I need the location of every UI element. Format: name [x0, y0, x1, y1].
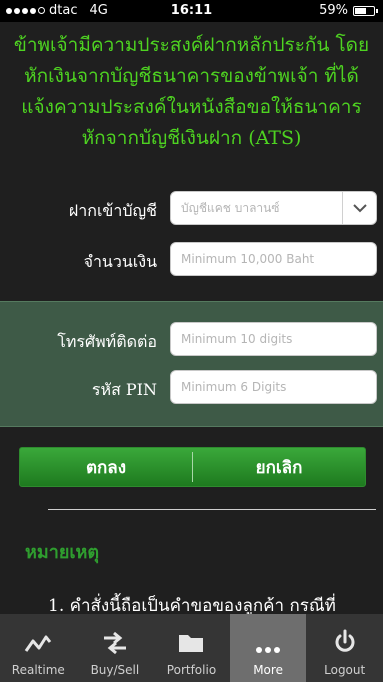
- tab-realtime[interactable]: Realtime: [0, 614, 77, 682]
- phone-placeholder: Minimum 10 digits: [181, 332, 293, 346]
- amount-input[interactable]: Minimum 10,000 Baht: [170, 242, 377, 276]
- tab-more[interactable]: More: [229, 614, 307, 682]
- pin-placeholder: Minimum 6 Digits: [181, 380, 287, 394]
- chart-line-icon: [25, 635, 52, 652]
- phone-row: โทรศัพท์ติดต่อ Minimum 10 digits: [0, 322, 383, 358]
- chevron-down-icon[interactable]: [342, 192, 376, 224]
- contact-pin-panel: [0, 301, 383, 427]
- deposit-account-value: บัญชีแคช บาลานซ์: [181, 200, 280, 215]
- amount-row: จำนวนเงิน Minimum 10,000 Baht: [0, 242, 383, 278]
- notice-line: หักจากบัญชีเงินฝาก (ATS): [81, 127, 302, 149]
- action-buttons: ตกลง ยกเลิก: [19, 447, 366, 487]
- more-dots-icon: [256, 647, 281, 653]
- deposit-account-select[interactable]: บัญชีแคช บาลานซ์: [170, 191, 377, 225]
- tab-buy-sell[interactable]: Buy/Sell: [77, 614, 154, 682]
- phone-input[interactable]: Minimum 10 digits: [170, 322, 377, 356]
- pin-row: รหัส PIN Minimum 6 Digits: [0, 370, 383, 406]
- bottom-tab-bar: Realtime Buy/Sell Portfolio More Logout: [0, 614, 383, 682]
- notice-line: ข้าพเจ้ามีความประสงค์ฝากหลักประกัน โดย: [13, 34, 370, 56]
- phone-label: โทรศัพท์ติดต่อ: [57, 332, 157, 351]
- tab-label: Logout: [324, 663, 366, 677]
- section-divider: [48, 509, 376, 510]
- battery-percent: 59%: [319, 3, 348, 18]
- deposit-account-row: ฝากเข้าบัญชี บัญชีแคช บาลานซ์: [0, 191, 383, 227]
- deposit-account-label: ฝากเข้าบัญชี: [68, 201, 157, 220]
- tab-logout[interactable]: Logout: [306, 614, 383, 682]
- notice-line: แจ้งความประสงค์ในหนังสือขอให้ธนาคาร: [21, 96, 362, 118]
- ok-button[interactable]: ตกลง: [20, 448, 192, 486]
- cancel-button[interactable]: ยกเลิก: [193, 448, 365, 486]
- tab-label: More: [253, 663, 283, 677]
- tab-label: Buy/Sell: [90, 663, 140, 677]
- amount-placeholder: Minimum 10,000 Baht: [181, 252, 315, 266]
- status-bar: dtac 4G 16:11 59%: [0, 0, 383, 22]
- battery-status: 59%: [319, 3, 378, 18]
- notice-line: หักเงินจากบัญชีธนาคารของข้าพเจ้า ที่ได้: [24, 65, 359, 87]
- pin-label: รหัส PIN: [91, 380, 157, 399]
- ats-notice: ข้าพเจ้ามีความประสงค์ฝากหลักประกัน โดย ห…: [0, 30, 383, 154]
- folder-icon: [179, 635, 204, 652]
- remark-title: หมายเหตุ: [25, 542, 100, 563]
- tab-label: Portfolio: [166, 663, 217, 677]
- battery-icon: [353, 5, 378, 16]
- amount-label: จำนวนเงิน: [83, 252, 157, 271]
- pin-input[interactable]: Minimum 6 Digits: [170, 370, 377, 404]
- tab-portfolio[interactable]: Portfolio: [153, 614, 230, 682]
- buy-sell-arrows-icon: [103, 631, 126, 655]
- power-icon: [335, 629, 355, 652]
- tab-label: Realtime: [11, 663, 65, 677]
